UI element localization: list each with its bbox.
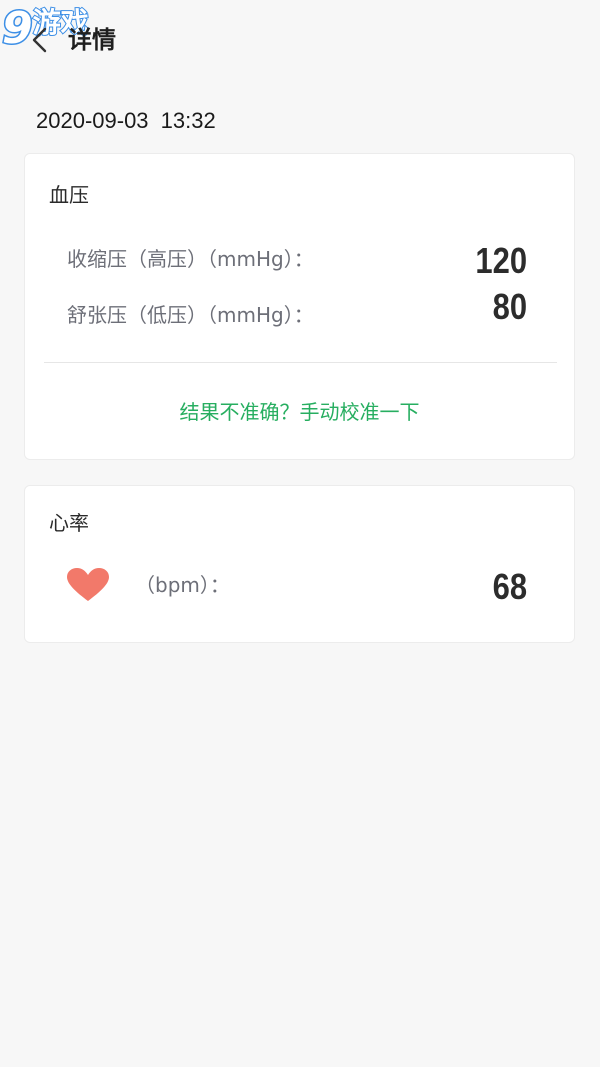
record-timestamp: 2020-09-03 13:32 [36, 108, 216, 133]
back-button[interactable] [30, 22, 70, 58]
watermark-number: 9 [1, 3, 35, 54]
top-bar: 9 游戏 详情 [0, 0, 600, 80]
heart-rate-card: 心率 （bpm）： 68 [24, 485, 575, 643]
chevron-left-icon [30, 25, 50, 55]
diastolic-value: 80 [492, 286, 527, 327]
systolic-value: 120 [475, 240, 527, 281]
heart-icon [66, 567, 110, 603]
heart-rate-title: 心率 [49, 511, 89, 535]
page-title: 详情 [68, 26, 116, 54]
heart-rate-label: （bpm）： [135, 573, 230, 597]
systolic-label: 收缩压（高压）（mmHg）： [67, 247, 314, 271]
blood-pressure-card: 血压 收缩压（高压）（mmHg）： 120 舒张压（低压）（mmHg）： 80 … [24, 153, 575, 460]
card-divider [44, 362, 557, 363]
manual-calibration-link[interactable]: 结果不准确？手动校准一下 [25, 397, 574, 427]
diastolic-label: 舒张压（低压）（mmHg）： [67, 303, 314, 327]
blood-pressure-title: 血压 [49, 183, 89, 207]
heart-rate-value: 68 [492, 566, 527, 607]
